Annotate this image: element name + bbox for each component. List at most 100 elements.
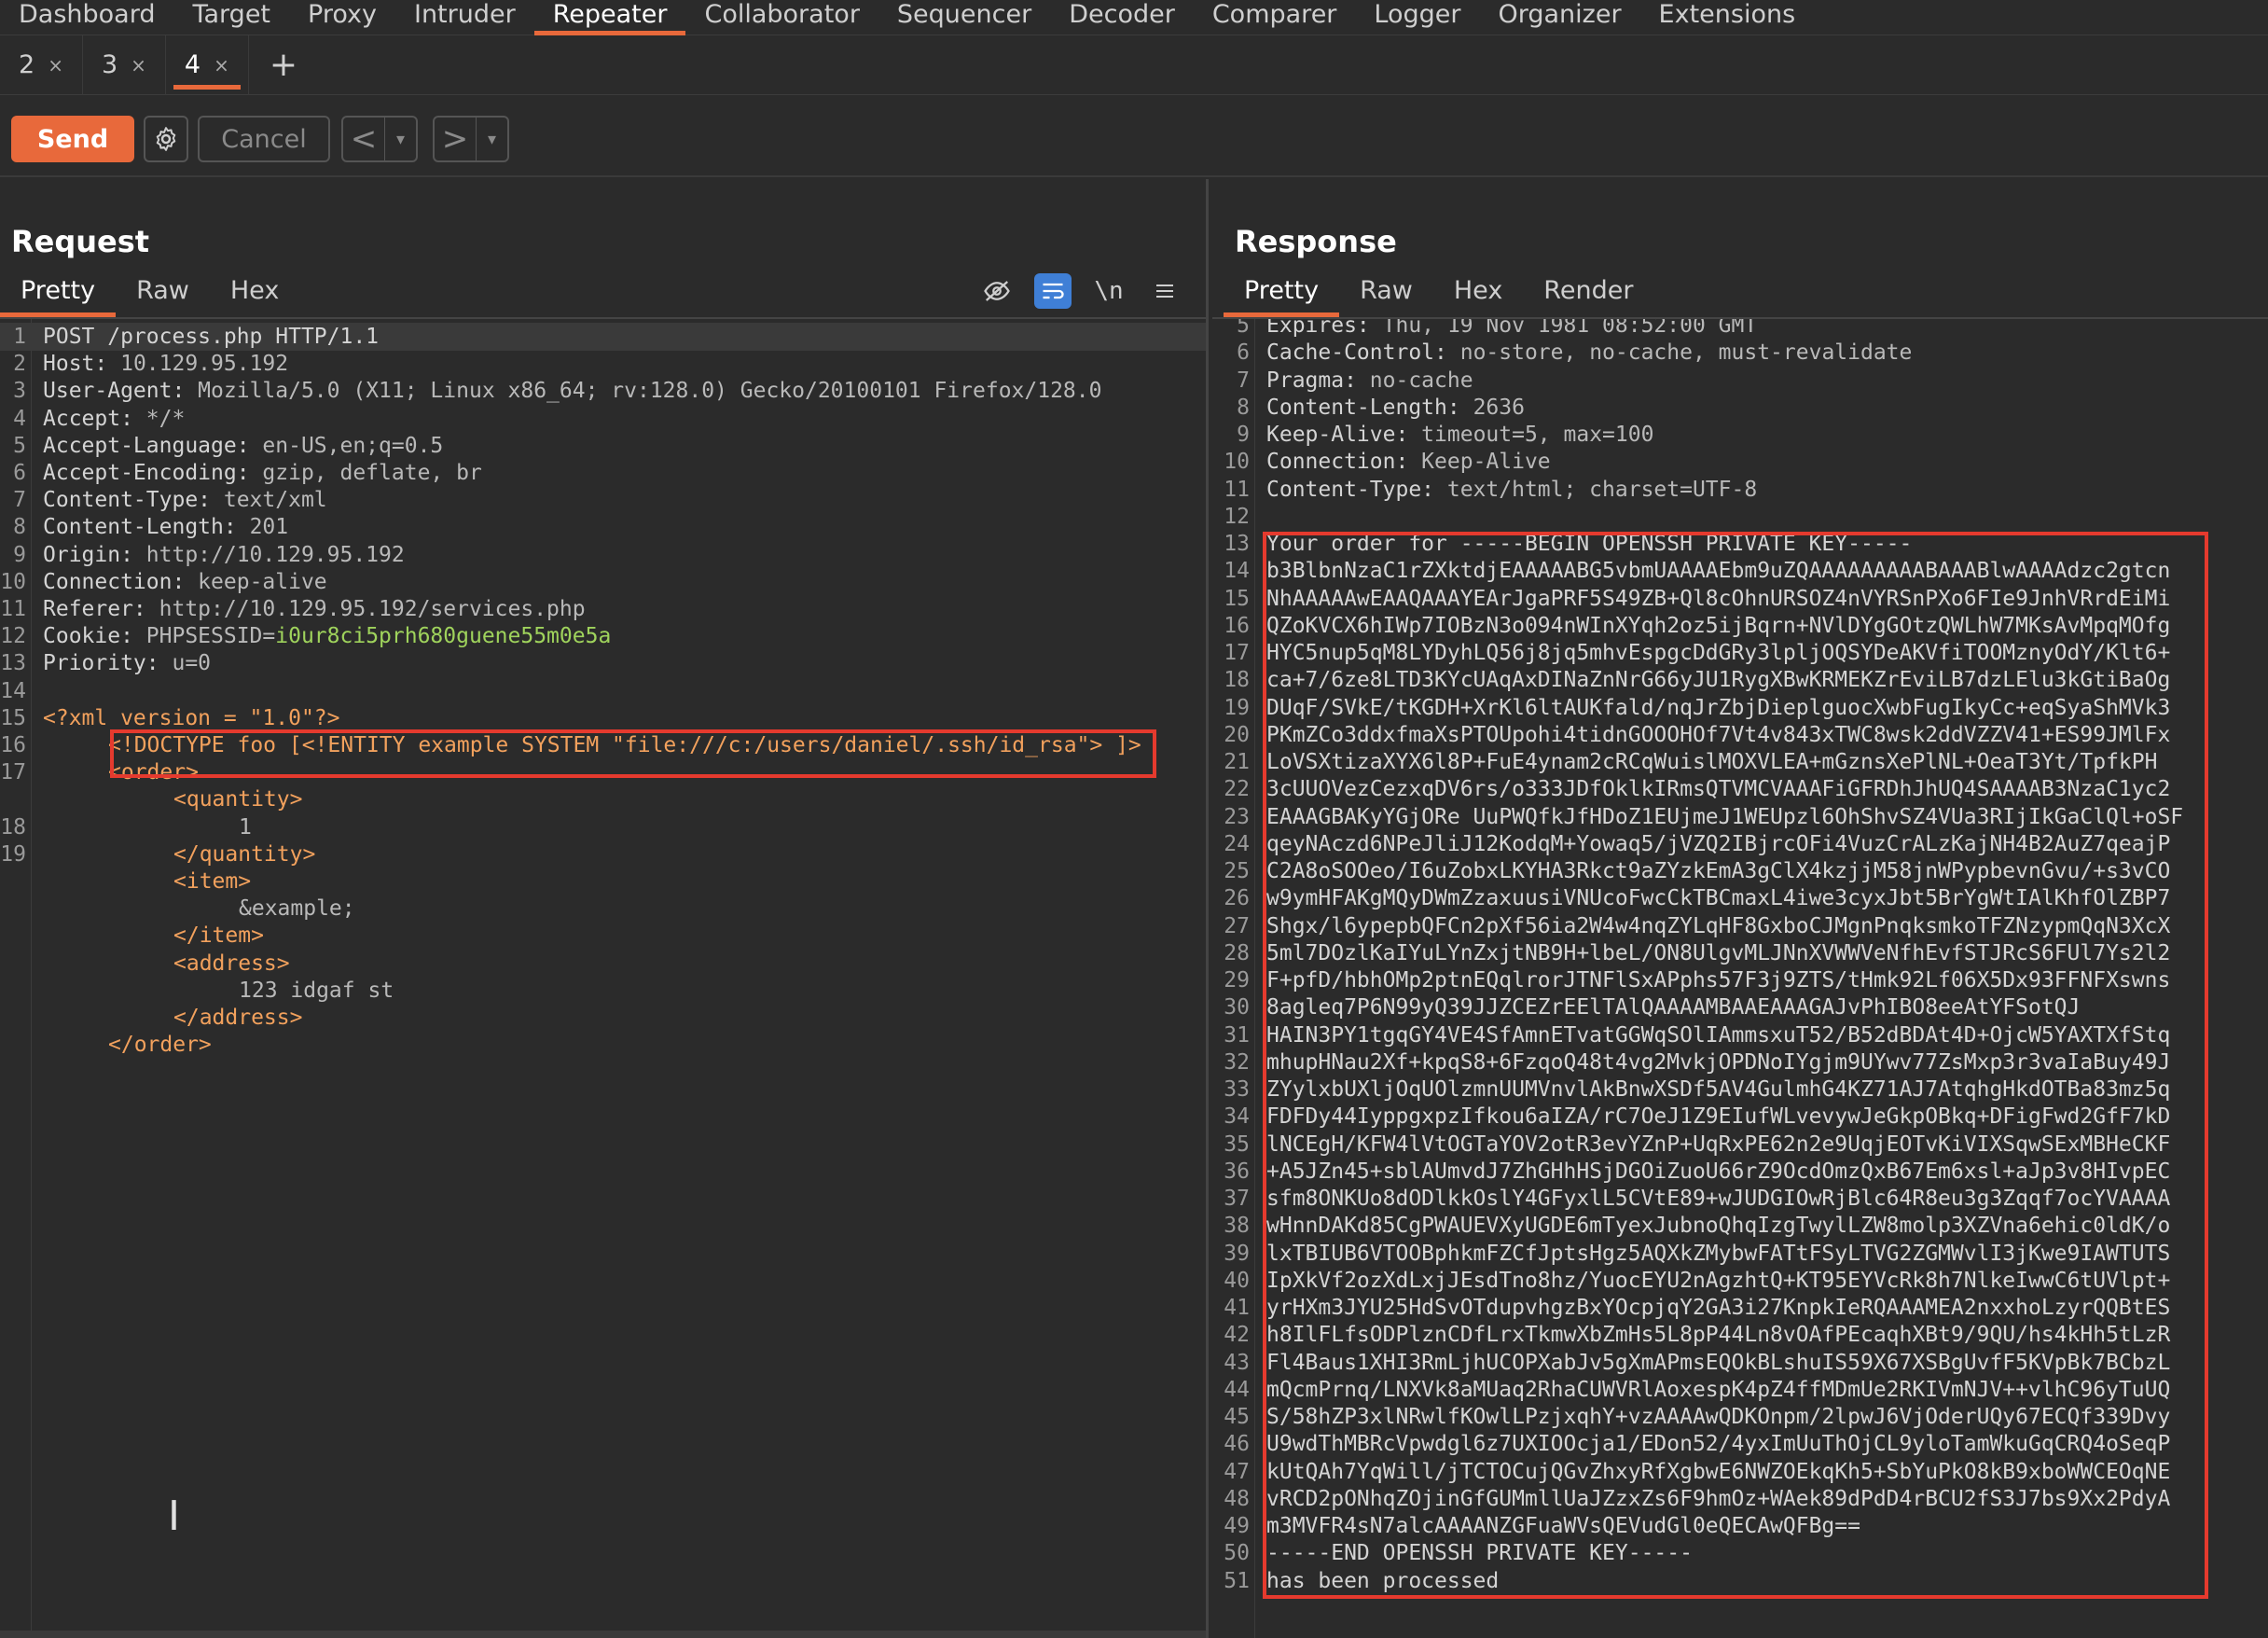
xml-text: 1: [239, 814, 252, 840]
line-number: 5: [13, 433, 26, 458]
repeater-tab-bar: 2 × 3 × 4 × +: [0, 35, 2268, 95]
header-name: Content-Length:: [1266, 395, 1460, 420]
header-name: Accept:: [43, 406, 133, 431]
code-line: 12: [1212, 503, 2268, 531]
code-text: Connection: keep-alive: [43, 568, 327, 596]
nav-tab-intruder[interactable]: Intruder: [395, 0, 534, 35]
code-line: 3 User-Agent: Mozilla/5.0 (X11; Linux x86…: [0, 377, 1206, 405]
response-tab-pretty[interactable]: Pretty: [1224, 271, 1340, 317]
code-line: 11 Referer: http://10.129.95.192/services…: [0, 595, 1206, 623]
header-name: Connection:: [1266, 450, 1409, 475]
code-text: Accept-Encoding: gzip, deflate, br: [43, 459, 482, 487]
request-tab-hex[interactable]: Hex: [210, 271, 299, 317]
settings-button[interactable]: [144, 116, 188, 162]
code-text: Pragma: no-cache: [1266, 367, 1473, 395]
repeater-tab-2[interactable]: 2 ×: [0, 35, 83, 95]
menu-icon[interactable]: [1146, 273, 1183, 309]
code-line: <address>: [0, 950, 1206, 978]
repeater-toolbar: Send Cancel < ▾ > ▾: [0, 95, 2268, 177]
header-name: Cookie:: [43, 624, 133, 649]
line-number: 46: [1224, 1432, 1250, 1457]
send-button[interactable]: Send: [11, 116, 134, 162]
code-line: 15 <?xml version = "1.0"?>: [0, 704, 1206, 732]
line-number: 18: [0, 814, 26, 840]
header-value: http://10.129.95.192/services.php: [145, 597, 586, 621]
line-number: 39: [1224, 1241, 1250, 1266]
close-icon[interactable]: ×: [214, 54, 229, 76]
line-number: 15: [0, 705, 26, 730]
code-text: Content-Length: 2636: [1266, 394, 1525, 422]
repeater-tab-label: 2: [19, 50, 35, 79]
code-line: 7 Content-Type: text/xml: [0, 486, 1206, 514]
chevron-down-icon[interactable]: ▾: [476, 118, 507, 160]
line-number: 3: [13, 379, 26, 404]
nav-tab-comparer[interactable]: Comparer: [1194, 0, 1356, 35]
line-number: 49: [1224, 1514, 1250, 1538]
header-value: keep-alive: [185, 569, 327, 594]
request-tab-raw[interactable]: Raw: [116, 271, 210, 317]
code-text: Content-Type: text/xml: [43, 486, 327, 514]
nav-tab-repeater[interactable]: Repeater: [533, 0, 686, 35]
nav-tab-proxy[interactable]: Proxy: [289, 0, 395, 35]
line-number: 7: [13, 488, 26, 513]
nav-tab-sequencer[interactable]: Sequencer: [878, 0, 1050, 35]
nav-tab-dashboard[interactable]: Dashboard: [0, 0, 173, 35]
code-text: <?xml version = "1.0"?>: [43, 704, 340, 732]
line-number: 13: [1224, 532, 1250, 556]
eye-off-icon[interactable]: [978, 273, 1016, 309]
response-tab-hex[interactable]: Hex: [1433, 271, 1523, 317]
line-number: 19: [1224, 695, 1250, 720]
nav-tab-collaborator[interactable]: Collaborator: [685, 0, 878, 35]
nav-tab-logger[interactable]: Logger: [1355, 0, 1479, 35]
text-cursor-icon: I: [168, 1492, 180, 1540]
cancel-button[interactable]: Cancel: [198, 116, 330, 162]
line-number: 42: [1224, 1323, 1250, 1348]
line-number: 13: [0, 651, 26, 676]
header-value: 201: [236, 515, 289, 540]
header-name: User-Agent:: [43, 379, 186, 404]
header-value: en-US,en;q=0.5: [249, 433, 444, 458]
request-editor[interactable]: 1 POST /process.php HTTP/1.1 2 Host: 10.129…: [0, 319, 1206, 1638]
line-number: 28: [1224, 940, 1250, 965]
xml-tag: </order>: [108, 1033, 212, 1058]
close-icon[interactable]: ×: [48, 54, 63, 76]
response-tab-raw[interactable]: Raw: [1339, 271, 1433, 317]
wrap-icon[interactable]: [1034, 273, 1072, 309]
code-line: 7 Pragma: no-cache: [1212, 367, 2268, 395]
horizontal-scrollbar[interactable]: [0, 1631, 1206, 1638]
header-name: Pragma:: [1266, 368, 1357, 393]
nav-tab-decoder[interactable]: Decoder: [1050, 0, 1194, 35]
line-number: 20: [1224, 722, 1250, 747]
line-number: 37: [1224, 1187, 1250, 1211]
code-text: Host: 10.129.95.192: [43, 350, 288, 378]
code-text: Cache-Control: no-store, no-cache, must-…: [1266, 339, 1912, 367]
repeater-tab-label: 4: [184, 50, 201, 79]
header-name: POST /process.php HTTP/1.1: [43, 325, 380, 349]
nav-tab-target[interactable]: Target: [173, 0, 289, 35]
nav-tab-organizer[interactable]: Organizer: [1479, 0, 1639, 35]
nav-tab-extensions[interactable]: Extensions: [1640, 0, 1815, 35]
code-line: 9 Origin: http://10.129.95.192: [0, 541, 1206, 569]
repeater-tab-4[interactable]: 4 ×: [166, 35, 249, 95]
header-name: Host:: [43, 352, 108, 377]
chevron-down-icon[interactable]: ▾: [384, 118, 416, 160]
code-line: 13 Priority: u=0: [0, 649, 1206, 677]
close-icon[interactable]: ×: [131, 54, 146, 76]
private-key-highlight-box: [1263, 532, 2208, 1599]
back-history-button[interactable]: < ▾: [341, 116, 418, 162]
code-text: </order>: [43, 1031, 212, 1059]
header-name: Origin:: [43, 542, 133, 567]
newline-icon[interactable]: \n: [1090, 273, 1127, 309]
request-editor-tools: \n: [978, 271, 1183, 312]
request-tab-pretty[interactable]: Pretty: [0, 271, 117, 317]
forward-history-button[interactable]: > ▾: [433, 116, 509, 162]
line-number: 33: [1224, 1077, 1250, 1102]
code-line: 6 Cache-Control: no-store, no-cache, must…: [1212, 339, 2268, 367]
line-number: 12: [0, 624, 26, 649]
repeater-tab-3[interactable]: 3 ×: [83, 35, 166, 95]
response-tab-render[interactable]: Render: [1523, 271, 1653, 317]
line-number: 29: [1224, 968, 1250, 993]
response-pane: Response Pretty Raw Hex Render 5 Expires: Th…: [1212, 179, 2268, 1638]
add-tab-icon[interactable]: +: [249, 46, 318, 84]
line-number: 34: [1224, 1104, 1250, 1130]
